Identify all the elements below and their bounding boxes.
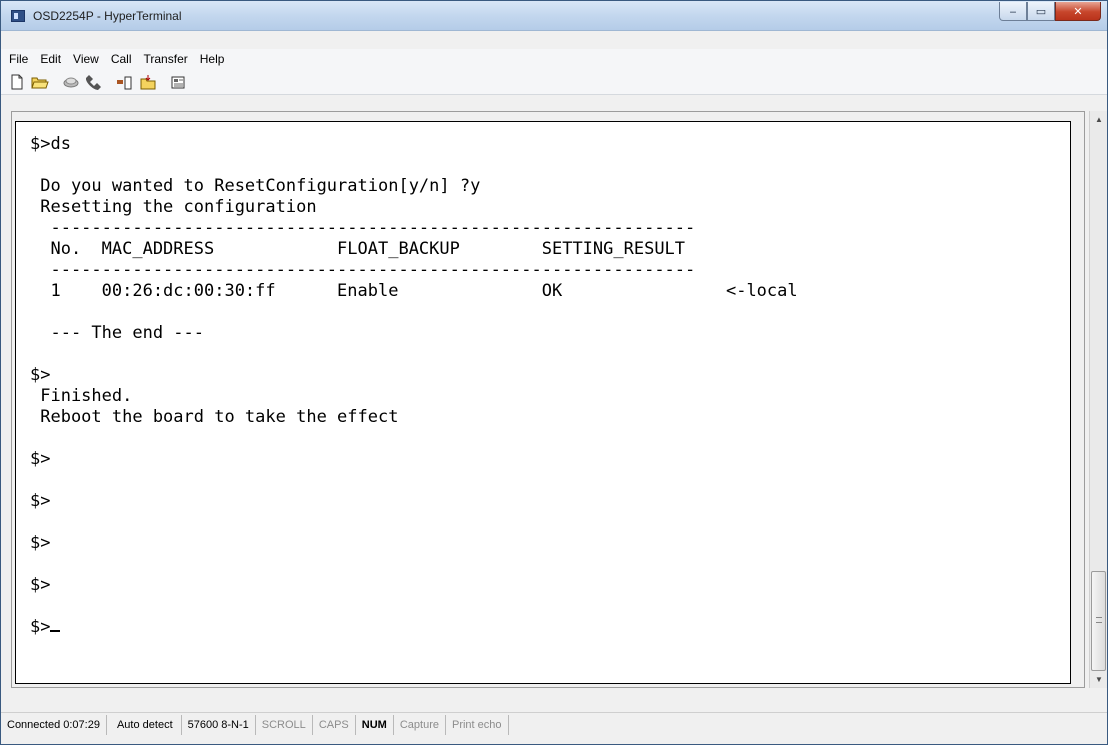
window-controls: ‒ ▭ ✕ — [999, 2, 1101, 22]
menu-view[interactable]: View — [67, 52, 105, 66]
status-port: 57600 8-N-1 — [182, 715, 256, 735]
grip-icon — [1096, 617, 1102, 623]
terminal-line: ----------------------------------------… — [30, 260, 696, 280]
terminal-line: $> — [30, 449, 51, 469]
terminal-line: --- The end --- — [30, 323, 204, 343]
status-bar: Connected 0:07:29 Auto detect 57600 8-N-… — [1, 712, 1107, 737]
terminal-screen[interactable]: $>ds Do you wanted to ResetConfiguration… — [15, 121, 1071, 684]
terminal-prompt: $> — [30, 617, 51, 637]
scroll-up-icon[interactable]: ▲ — [1090, 111, 1108, 128]
properties-icon[interactable] — [169, 72, 189, 92]
terminal-line: $>ds — [30, 134, 71, 154]
status-capture: Capture — [394, 715, 446, 735]
status-caps: CAPS — [313, 715, 356, 735]
status-num: NUM — [356, 715, 394, 735]
app-icon — [11, 10, 25, 22]
menu-call[interactable]: Call — [105, 52, 138, 66]
status-connected: Connected 0:07:29 — [1, 715, 107, 735]
close-button[interactable]: ✕ — [1055, 2, 1101, 21]
minimize-button[interactable]: ‒ — [999, 2, 1027, 21]
close-icon: ✕ — [1073, 4, 1083, 18]
minimize-icon: ‒ — [1009, 4, 1017, 18]
terminal-line: Finished. — [30, 386, 133, 406]
title-bar[interactable]: OSD2254P - HyperTerminal ‒ ▭ ✕ — [1, 1, 1107, 31]
new-icon[interactable] — [7, 72, 27, 92]
status-detect: Auto detect — [107, 715, 182, 735]
menu-bar: File Edit View Call Transfer Help — [1, 49, 1107, 69]
terminal-prompt-line: $> — [30, 617, 1070, 638]
terminal-line: $> — [30, 533, 51, 553]
scrollbar-thumb[interactable] — [1091, 571, 1106, 671]
menu-help[interactable]: Help — [194, 52, 231, 66]
toolbar — [1, 69, 1107, 95]
hyperterminal-window: OSD2254P - HyperTerminal ‒ ▭ ✕ File Edit… — [0, 0, 1108, 745]
vertical-scrollbar[interactable]: ▲ ▼ — [1089, 111, 1107, 688]
open-icon[interactable] — [30, 72, 50, 92]
call-icon[interactable] — [84, 72, 104, 92]
terminal-line: 1 00:26:dc:00:30:ff Enable OK <-local — [30, 281, 798, 301]
menu-edit[interactable]: Edit — [34, 52, 67, 66]
send-icon[interactable] — [115, 72, 135, 92]
terminal-line: $> — [30, 365, 51, 385]
window-title: OSD2254P - HyperTerminal — [33, 9, 182, 23]
scroll-down-icon[interactable]: ▼ — [1090, 671, 1108, 688]
maximize-icon: ▭ — [1035, 4, 1047, 18]
disconnect-icon[interactable] — [61, 72, 81, 92]
receive-icon[interactable] — [138, 72, 158, 92]
status-scroll: SCROLL — [256, 715, 313, 735]
text-cursor — [50, 630, 61, 632]
terminal-line: Do you wanted to ResetConfiguration[y/n]… — [30, 176, 481, 196]
terminal-line: $> — [30, 575, 51, 595]
terminal-line: Reboot the board to take the effect — [30, 407, 399, 427]
terminal-line: Resetting the configuration — [30, 197, 317, 217]
terminal-line: No. MAC_ADDRESS FLOAT_BACKUP SETTING_RES… — [30, 239, 686, 259]
menu-transfer[interactable]: Transfer — [138, 52, 194, 66]
terminal-line: ----------------------------------------… — [30, 218, 696, 238]
terminal-line: $> — [30, 491, 51, 511]
maximize-button[interactable]: ▭ — [1027, 2, 1055, 21]
status-print-echo: Print echo — [446, 715, 509, 735]
menu-file[interactable]: File — [3, 52, 34, 66]
